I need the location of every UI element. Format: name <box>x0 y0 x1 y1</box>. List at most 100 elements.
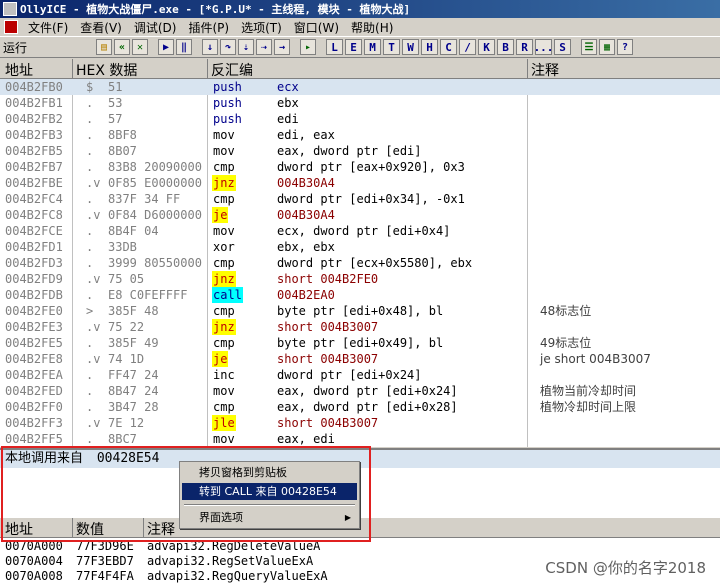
disasm-hex: 8B07 <box>108 144 137 158</box>
disasm-address: 004B2FB3 <box>5 128 63 142</box>
disasm-row[interactable]: 004B2FE8 .v 74 1D je short 004B3007 je short … <box>0 351 720 367</box>
view-memory-button[interactable]: M <box>364 39 381 55</box>
disasm-row[interactable]: 004B2FC8 .v 0F84 D6000000 je 004B30A4 <box>0 207 720 223</box>
disasm-mnemonic: cmp <box>213 400 235 414</box>
disasm-mnemonic: xor <box>213 240 235 254</box>
view-cpu-button[interactable]: C <box>440 39 457 55</box>
disasm-operands: ebx <box>277 96 299 110</box>
disasm-row[interactable]: 004B2FE0 >385F 48 cmp byte ptr [edi+0x48], … <box>0 303 720 319</box>
list-icon[interactable]: ☰ <box>581 39 597 55</box>
disasm-row[interactable]: 004B2FB2. 57 push edi <box>0 111 720 127</box>
view-run-trace-button[interactable]: ... <box>534 39 553 55</box>
view-breakpoints-button[interactable]: B <box>497 39 514 55</box>
ctx-appearance[interactable]: 界面选项 ▶ <box>182 509 357 526</box>
disasm-operands: edi, eax <box>277 128 335 142</box>
dump-header-value[interactable]: 数值 <box>76 519 104 539</box>
options-icon[interactable]: ▦ <box>599 39 615 55</box>
disasm-operands: eax, dword ptr [edi+0x28] <box>277 400 458 414</box>
disasm-row[interactable]: 004B2FE3 .v 75 22 jnz short 004B3007 <box>0 319 720 335</box>
disasm-operands: ecx <box>277 80 299 94</box>
disasm-mnemonic: cmp <box>213 304 235 318</box>
menu-view[interactable]: 查看(V) <box>74 19 128 36</box>
disasm-row[interactable]: 004B2FD9 .v 75 05 jnz short 004B2FE0 <box>0 271 720 287</box>
view-handles-button[interactable]: H <box>421 39 438 55</box>
goto-icon[interactable]: ▸ <box>300 39 316 55</box>
disasm-hex: 53 <box>108 96 123 110</box>
menu-options[interactable]: 选项(T) <box>235 19 288 36</box>
menu-window[interactable]: 窗口(W) <box>288 19 345 36</box>
open-file-icon[interactable]: ▤ <box>96 39 112 55</box>
view-patches-button[interactable]: / <box>459 39 476 55</box>
disasm-row[interactable]: 004B2FB5. 8B07 mov eax, dword ptr [edi] <box>0 143 720 159</box>
view-log-button[interactable]: L <box>326 39 343 55</box>
ctx-copy-pane[interactable]: 拷贝窗格到剪贴板 <box>182 464 357 481</box>
disasm-operands: dword ptr [edi+0x34], -0x1 <box>277 192 465 206</box>
disasm-row[interactable]: 004B2FE5. 385F 49 cmp byte ptr [edi+0x49], … <box>0 335 720 351</box>
help-icon[interactable]: ? <box>617 39 633 55</box>
disasm-row[interactable]: 004B2FB0 $51 push ecx <box>0 79 720 95</box>
disasm-row[interactable]: 004B2FB1. 53 push ebx <box>0 95 720 111</box>
system-menu-icon[interactable] <box>4 20 18 34</box>
disasm-row[interactable]: 004B2FBE .v 0F85 E0000000 jnz 004B30A4 <box>0 175 720 191</box>
disasm-operands: dword ptr [eax+0x920], 0x3 <box>277 160 465 174</box>
view-threads-button[interactable]: T <box>383 39 400 55</box>
view-callstack-button[interactable]: K <box>478 39 495 55</box>
header-disassembly[interactable]: 反汇编 <box>211 60 253 80</box>
dump-address: 0070A000 <box>5 539 63 553</box>
watermark: CSDN @你的名字2018 <box>545 559 706 577</box>
disasm-row[interactable]: 004B2FF3 .v 7E 12 jle short 004B3007 <box>0 415 720 431</box>
restart-icon[interactable]: « <box>114 39 130 55</box>
ctx-goto-call[interactable]: 转到 CALL 来自 00428E54 <box>182 483 357 500</box>
info-line[interactable]: 本地调用来自 00428E54 <box>0 450 720 468</box>
disassembly-header: 地址 HEX 数据 反汇编 注释 <box>0 59 720 79</box>
disasm-hex: 8BC7 <box>108 432 137 446</box>
disasm-hex: 74 1D <box>108 352 145 366</box>
disasm-operands: 004B30A4 <box>277 176 335 190</box>
disasm-address: 004B2FED <box>5 384 63 398</box>
disasm-mnemonic: jnz <box>212 319 236 335</box>
header-address[interactable]: 地址 <box>5 60 33 80</box>
disasm-row[interactable]: 004B2FF0. 3B47 28 cmp eax, dword ptr [edi+0… <box>0 399 720 415</box>
dump-header-address[interactable]: 地址 <box>5 519 33 539</box>
disasm-operands: eax, dword ptr [edi+0x24] <box>277 384 458 398</box>
disasm-mnemonic: je <box>212 207 229 223</box>
trace-into-icon[interactable]: ⇣ <box>238 39 254 55</box>
disasm-marker: . <box>86 288 94 302</box>
disasm-row[interactable]: 004B2FB7. 83B8 20090000 cmp dword ptr [eax+… <box>0 159 720 175</box>
step-into-icon[interactable]: ↓ <box>202 39 218 55</box>
dump-header-comment[interactable]: 注释 <box>147 519 175 539</box>
info-pane[interactable]: 本地调用来自 00428E54 <box>0 448 720 518</box>
execute-till-return-icon[interactable]: → <box>274 39 290 55</box>
menu-help[interactable]: 帮助(H) <box>345 19 399 36</box>
view-references-button[interactable]: R <box>516 39 533 55</box>
header-comment[interactable]: 注释 <box>531 60 559 80</box>
trace-over-icon[interactable]: ⇢ <box>256 39 272 55</box>
disasm-row[interactable]: 004B2FF5. 8BC7 mov eax, edi <box>0 431 720 447</box>
disasm-operands: eax, edi <box>277 432 335 446</box>
view-modules-button[interactable]: E <box>345 39 362 55</box>
disasm-row[interactable]: 004B2FB3. 8BF8 mov edi, eax <box>0 127 720 143</box>
disasm-row[interactable]: 004B2FEA. FF47 24 inc dword ptr [edi+0x24] <box>0 367 720 383</box>
disasm-row[interactable]: 004B2FCE. 8B4F 04 mov ecx, dword ptr [edi+0… <box>0 223 720 239</box>
disassembly-pane[interactable]: 地址 HEX 数据 反汇编 注释 004B2FB0 $51 push ecx 004B2… <box>0 59 720 447</box>
dump-row[interactable]: 0070A000 77F3D96E advapi32.RegDeleteValueA <box>0 539 720 554</box>
disasm-address: 004B2FD3 <box>5 256 63 270</box>
menu-file[interactable]: 文件(F) <box>22 19 74 36</box>
disasm-address: 004B2FDB <box>5 288 63 302</box>
disasm-row[interactable]: 004B2FC4. 837F 34 FF cmp dword ptr [edi+0x3… <box>0 191 720 207</box>
header-hex[interactable]: HEX 数据 <box>76 60 137 80</box>
pause-icon[interactable]: ‖ <box>176 39 192 55</box>
menu-debug[interactable]: 调试(D) <box>128 19 183 36</box>
disasm-row[interactable]: 004B2FED. 8B47 24 mov eax, dword ptr [edi+0… <box>0 383 720 399</box>
disasm-row[interactable]: 004B2FD1. 33DB xor ebx, ebx <box>0 239 720 255</box>
run-icon[interactable]: ▶ <box>158 39 174 55</box>
step-over-icon[interactable]: ↷ <box>220 39 236 55</box>
view-windows-button[interactable]: W <box>402 39 419 55</box>
close-program-icon[interactable]: ✕ <box>132 39 148 55</box>
view-source-button[interactable]: S <box>554 39 571 55</box>
disasm-hex: 837F 34 FF <box>108 192 181 206</box>
disasm-row[interactable]: 004B2FD3. 3999 80550000 cmp dword ptr [ecx+… <box>0 255 720 271</box>
menu-plugins[interactable]: 插件(P) <box>182 19 235 36</box>
disasm-row[interactable]: 004B2FDB. E8 C0FEFFFF call 004B2EA0 <box>0 287 720 303</box>
disasm-operands: 004B30A4 <box>277 208 335 222</box>
